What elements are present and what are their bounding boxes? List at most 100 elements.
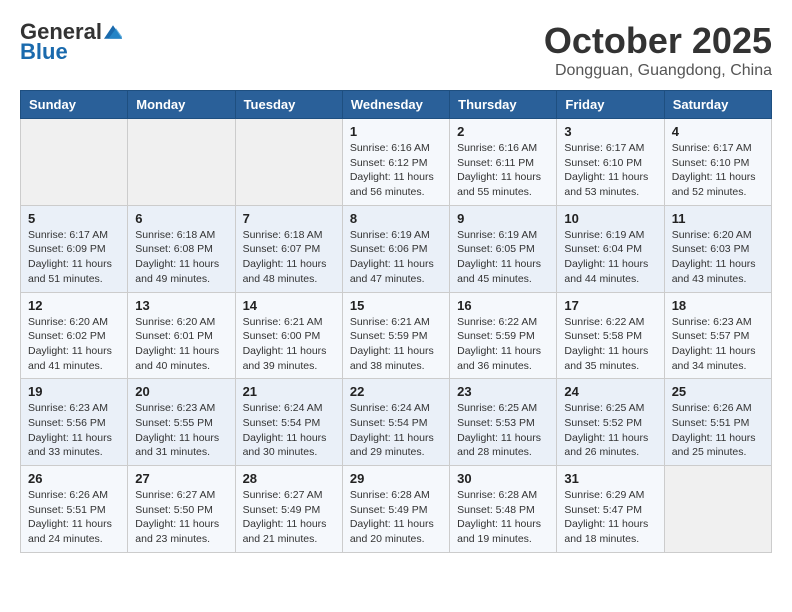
calendar-week-2: 5Sunrise: 6:17 AM Sunset: 6:09 PM Daylig… — [21, 205, 772, 292]
header-wednesday: Wednesday — [342, 91, 449, 119]
day-info: Sunrise: 6:25 AM Sunset: 5:52 PM Dayligh… — [564, 401, 656, 460]
header-tuesday: Tuesday — [235, 91, 342, 119]
day-number: 6 — [135, 211, 227, 226]
calendar-cell: 1Sunrise: 6:16 AM Sunset: 6:12 PM Daylig… — [342, 119, 449, 206]
day-info: Sunrise: 6:20 AM Sunset: 6:02 PM Dayligh… — [28, 315, 120, 374]
day-info: Sunrise: 6:22 AM Sunset: 5:59 PM Dayligh… — [457, 315, 549, 374]
calendar-cell — [21, 119, 128, 206]
calendar-week-4: 19Sunrise: 6:23 AM Sunset: 5:56 PM Dayli… — [21, 379, 772, 466]
day-number: 16 — [457, 298, 549, 313]
day-number: 30 — [457, 471, 549, 486]
header-thursday: Thursday — [450, 91, 557, 119]
calendar-cell: 25Sunrise: 6:26 AM Sunset: 5:51 PM Dayli… — [664, 379, 771, 466]
day-number: 10 — [564, 211, 656, 226]
day-number: 9 — [457, 211, 549, 226]
calendar-cell: 14 Sunrise: 6:21 AM Sunset: 6:00 PM Dayli… — [235, 292, 342, 379]
day-info: Sunrise: 6:19 AM Sunset: 6:05 PM Dayligh… — [457, 228, 549, 287]
day-number: 29 — [350, 471, 442, 486]
calendar-cell: 26Sunrise: 6:26 AM Sunset: 5:51 PM Dayli… — [21, 466, 128, 553]
day-number: 31 — [564, 471, 656, 486]
day-info: Sunrise: 6:18 AM Sunset: 6:08 PM Dayligh… — [135, 228, 227, 287]
calendar-cell: 16 Sunrise: 6:22 AM Sunset: 5:59 PM Dayli… — [450, 292, 557, 379]
calendar-cell: 7 Sunrise: 6:18 AM Sunset: 6:07 PM Daylig… — [235, 205, 342, 292]
day-info: Sunrise: 6:20 AM Sunset: 6:01 PM Dayligh… — [135, 315, 227, 374]
day-number: 20 — [135, 384, 227, 399]
day-number: 17 — [564, 298, 656, 313]
calendar-cell: 8 Sunrise: 6:19 AM Sunset: 6:06 PM Daylig… — [342, 205, 449, 292]
day-number: 8 — [350, 211, 442, 226]
page-header: General Blue October 2025 Dongguan, Guan… — [20, 20, 772, 80]
header-monday: Monday — [128, 91, 235, 119]
day-number: 12 — [28, 298, 120, 313]
day-info: Sunrise: 6:22 AM Sunset: 5:58 PM Dayligh… — [564, 315, 656, 374]
day-number: 4 — [672, 124, 764, 139]
day-info: Sunrise: 6:21 AM Sunset: 6:00 PM Dayligh… — [243, 315, 335, 374]
day-info: Sunrise: 6:28 AM Sunset: 5:48 PM Dayligh… — [457, 488, 549, 547]
calendar-table: SundayMondayTuesdayWednesdayThursdayFrid… — [20, 90, 772, 553]
day-number: 22 — [350, 384, 442, 399]
day-number: 19 — [28, 384, 120, 399]
calendar-cell: 18Sunrise: 6:23 AM Sunset: 5:57 PM Dayli… — [664, 292, 771, 379]
day-number: 5 — [28, 211, 120, 226]
calendar-cell: 15Sunrise: 6:21 AM Sunset: 5:59 PM Dayli… — [342, 292, 449, 379]
calendar-cell: 31 Sunrise: 6:29 AM Sunset: 5:47 PM Dayli… — [557, 466, 664, 553]
day-info: Sunrise: 6:18 AM Sunset: 6:07 PM Dayligh… — [243, 228, 335, 287]
calendar-cell: 4 Sunrise: 6:17 AM Sunset: 6:10 PM Daylig… — [664, 119, 771, 206]
calendar-week-5: 26Sunrise: 6:26 AM Sunset: 5:51 PM Dayli… — [21, 466, 772, 553]
header-friday: Friday — [557, 91, 664, 119]
month-title: October 2025 — [544, 20, 772, 62]
header-sunday: Sunday — [21, 91, 128, 119]
calendar-cell: 27 Sunrise: 6:27 AM Sunset: 5:50 PM Dayli… — [128, 466, 235, 553]
calendar-cell: 17 Sunrise: 6:22 AM Sunset: 5:58 PM Dayli… — [557, 292, 664, 379]
day-number: 18 — [672, 298, 764, 313]
day-info: Sunrise: 6:24 AM Sunset: 5:54 PM Dayligh… — [350, 401, 442, 460]
calendar-cell: 23 Sunrise: 6:25 AM Sunset: 5:53 PM Dayli… — [450, 379, 557, 466]
calendar-cell: 10Sunrise: 6:19 AM Sunset: 6:04 PM Dayli… — [557, 205, 664, 292]
calendar-cell: 28 Sunrise: 6:27 AM Sunset: 5:49 PM Dayli… — [235, 466, 342, 553]
day-info: Sunrise: 6:23 AM Sunset: 5:55 PM Dayligh… — [135, 401, 227, 460]
day-number: 2 — [457, 124, 549, 139]
calendar-week-3: 12 Sunrise: 6:20 AM Sunset: 6:02 PM Dayli… — [21, 292, 772, 379]
calendar-week-1: 1Sunrise: 6:16 AM Sunset: 6:12 PM Daylig… — [21, 119, 772, 206]
day-number: 1 — [350, 124, 442, 139]
calendar-cell: 21Sunrise: 6:24 AM Sunset: 5:54 PM Dayli… — [235, 379, 342, 466]
day-number: 25 — [672, 384, 764, 399]
calendar-cell: 11Sunrise: 6:20 AM Sunset: 6:03 PM Dayli… — [664, 205, 771, 292]
day-number: 23 — [457, 384, 549, 399]
calendar-cell: 20 Sunrise: 6:23 AM Sunset: 5:55 PM Dayli… — [128, 379, 235, 466]
day-info: Sunrise: 6:29 AM Sunset: 5:47 PM Dayligh… — [564, 488, 656, 547]
day-info: Sunrise: 6:28 AM Sunset: 5:49 PM Dayligh… — [350, 488, 442, 547]
day-info: Sunrise: 6:17 AM Sunset: 6:10 PM Dayligh… — [672, 141, 764, 200]
day-number: 7 — [243, 211, 335, 226]
location: Dongguan, Guangdong, China — [544, 62, 772, 80]
day-number: 26 — [28, 471, 120, 486]
calendar-cell: 30 Sunrise: 6:28 AM Sunset: 5:48 PM Dayli… — [450, 466, 557, 553]
day-info: Sunrise: 6:24 AM Sunset: 5:54 PM Dayligh… — [243, 401, 335, 460]
day-info: Sunrise: 6:17 AM Sunset: 6:10 PM Dayligh… — [564, 141, 656, 200]
calendar-cell: 3 Sunrise: 6:17 AM Sunset: 6:10 PM Daylig… — [557, 119, 664, 206]
calendar-header-row: SundayMondayTuesdayWednesdayThursdayFrid… — [21, 91, 772, 119]
day-number: 24 — [564, 384, 656, 399]
header-saturday: Saturday — [664, 91, 771, 119]
day-info: Sunrise: 6:19 AM Sunset: 6:06 PM Dayligh… — [350, 228, 442, 287]
calendar-cell — [128, 119, 235, 206]
calendar-cell — [235, 119, 342, 206]
calendar-cell: 6 Sunrise: 6:18 AM Sunset: 6:08 PM Daylig… — [128, 205, 235, 292]
calendar-cell: 12 Sunrise: 6:20 AM Sunset: 6:02 PM Dayli… — [21, 292, 128, 379]
day-info: Sunrise: 6:20 AM Sunset: 6:03 PM Dayligh… — [672, 228, 764, 287]
logo: General Blue — [20, 20, 122, 64]
day-number: 3 — [564, 124, 656, 139]
calendar-cell: 5Sunrise: 6:17 AM Sunset: 6:09 PM Daylig… — [21, 205, 128, 292]
logo-icon — [104, 23, 122, 41]
day-number: 14 — [243, 298, 335, 313]
day-info: Sunrise: 6:21 AM Sunset: 5:59 PM Dayligh… — [350, 315, 442, 374]
day-info: Sunrise: 6:27 AM Sunset: 5:49 PM Dayligh… — [243, 488, 335, 547]
day-number: 27 — [135, 471, 227, 486]
calendar-cell: 24 Sunrise: 6:25 AM Sunset: 5:52 PM Dayli… — [557, 379, 664, 466]
day-number: 28 — [243, 471, 335, 486]
calendar-cell: 22 Sunrise: 6:24 AM Sunset: 5:54 PM Dayli… — [342, 379, 449, 466]
calendar-cell: 9 Sunrise: 6:19 AM Sunset: 6:05 PM Daylig… — [450, 205, 557, 292]
day-info: Sunrise: 6:25 AM Sunset: 5:53 PM Dayligh… — [457, 401, 549, 460]
day-info: Sunrise: 6:27 AM Sunset: 5:50 PM Dayligh… — [135, 488, 227, 547]
calendar-cell: 19Sunrise: 6:23 AM Sunset: 5:56 PM Dayli… — [21, 379, 128, 466]
